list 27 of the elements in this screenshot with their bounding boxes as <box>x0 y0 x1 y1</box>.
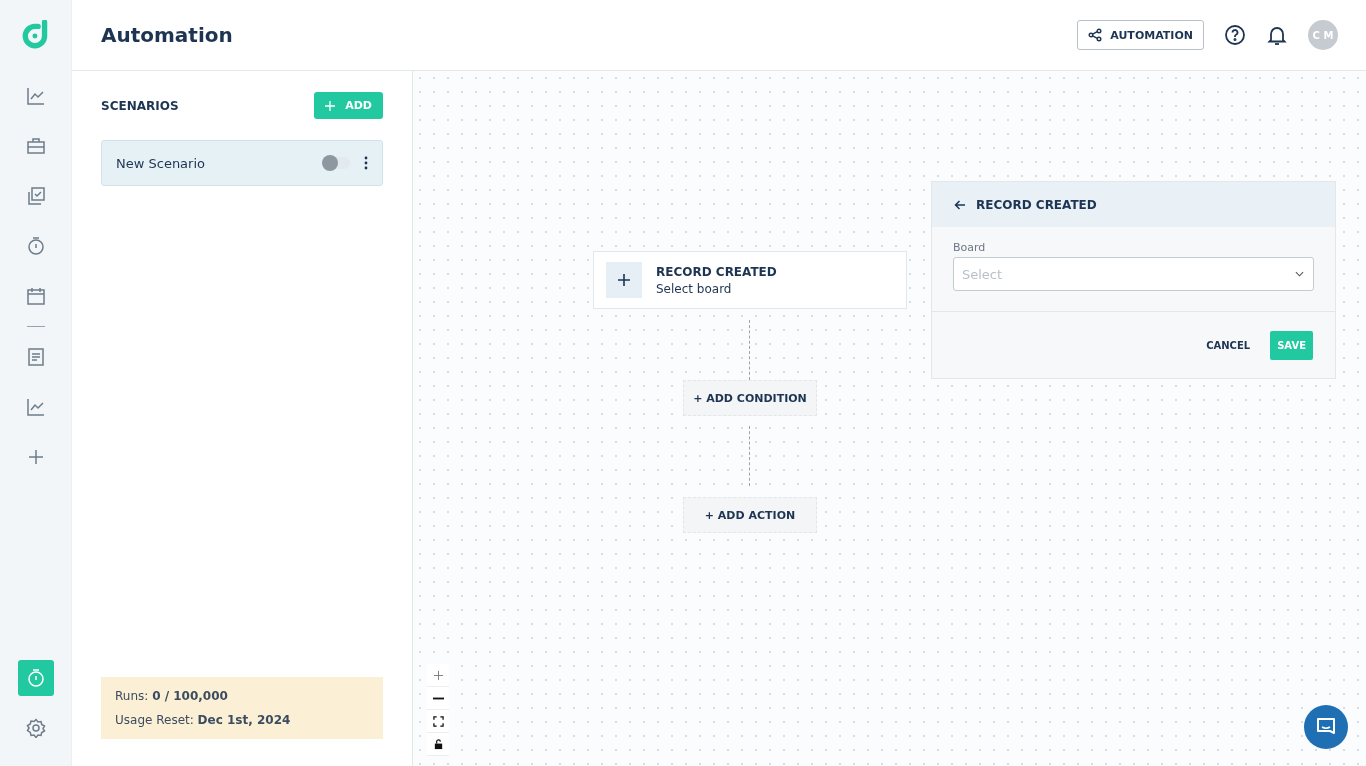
add-condition-button[interactable]: + ADD CONDITION <box>683 380 817 416</box>
node-title: RECORD CREATED <box>656 264 777 279</box>
add-action-button[interactable]: + ADD ACTION <box>683 497 817 533</box>
cancel-button[interactable]: CANCEL <box>1200 338 1257 352</box>
toggle-switch[interactable] <box>324 157 350 169</box>
field-label: Board <box>953 241 987 254</box>
chat-bubble-icon[interactable] <box>1304 705 1348 749</box>
chevron-down-icon <box>1295 271 1304 277</box>
more-icon[interactable] <box>364 156 368 170</box>
panel-title: RECORD CREATED <box>976 197 1097 212</box>
scenario-name: New Scenario <box>116 155 205 171</box>
page-title: Automation <box>101 23 233 47</box>
help-icon[interactable] <box>1224 24 1246 46</box>
scenario-item[interactable]: New Scenario <box>101 140 383 186</box>
node-subtitle: Select board <box>656 281 733 296</box>
plus-icon <box>606 262 642 298</box>
plus-icon <box>325 100 336 111</box>
automation-button[interactable]: AUTOMATION <box>1077 20 1204 50</box>
board-select[interactable]: Select <box>953 257 1314 291</box>
back-arrow-icon[interactable] <box>954 198 966 211</box>
runs-text: Runs: 0 / 100,000 <box>115 689 229 703</box>
connected-nodes-icon <box>1088 28 1103 42</box>
timer-nav-icon[interactable] <box>17 660 54 696</box>
notification-bell-icon[interactable] <box>1266 24 1288 46</box>
usage-reset-text: Usage Reset: Dec 1st, 2024 <box>115 713 292 727</box>
section-title: SCENARIOS <box>101 98 179 113</box>
trigger-node[interactable]: RECORD CREATED Select board <box>593 251 907 309</box>
